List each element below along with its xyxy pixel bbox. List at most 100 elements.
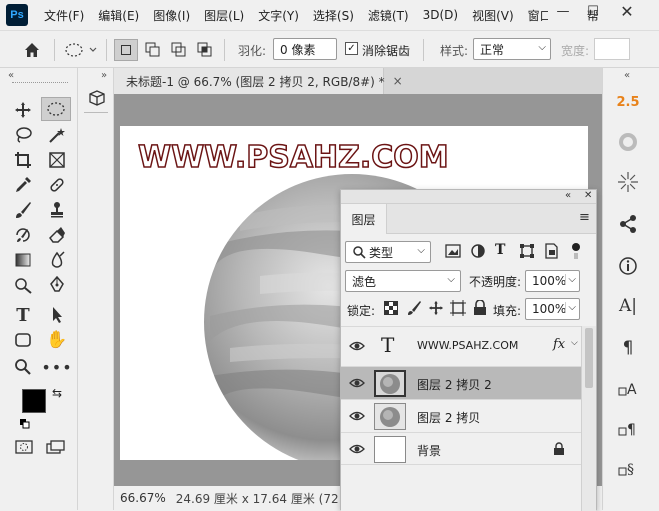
collapse-right-icon[interactable]: « xyxy=(624,70,630,81)
history-brush-tool-icon[interactable] xyxy=(11,224,35,246)
more-tools-icon[interactable]: ••• xyxy=(41,356,71,378)
lasso-tool-icon[interactable] xyxy=(11,124,35,146)
layers-panel-titlebar[interactable]: « ✕ xyxy=(341,190,596,204)
eraser-tool-icon[interactable] xyxy=(45,224,69,246)
zoom-level[interactable]: 66.67% xyxy=(120,491,166,505)
fill-input[interactable]: 100% ⌵ xyxy=(525,298,580,320)
lock-transparent-icon[interactable] xyxy=(384,301,398,315)
frame-tool-icon[interactable] xyxy=(45,149,69,171)
lock-pixels-icon[interactable] xyxy=(406,300,422,316)
menu-edit[interactable]: 编辑(E) xyxy=(98,7,139,24)
brush-settings-icon[interactable] xyxy=(615,170,641,194)
move-tool-icon[interactable] xyxy=(11,99,35,121)
lock-artboard-icon[interactable] xyxy=(450,300,466,316)
filter-shape-icon[interactable] xyxy=(519,243,537,261)
eye-icon[interactable] xyxy=(349,340,365,352)
type-tool-icon[interactable]: T xyxy=(11,304,35,326)
brush-tool-icon[interactable] xyxy=(11,199,35,221)
layers-scrollbar[interactable] xyxy=(581,326,596,511)
eye-icon[interactable] xyxy=(349,377,365,389)
filter-adjustment-icon[interactable] xyxy=(470,243,488,261)
scrollbar-thumb[interactable] xyxy=(585,328,593,388)
layer-row-background[interactable]: 背景 xyxy=(341,432,581,465)
close-window-button[interactable]: ✕ xyxy=(612,0,642,22)
close-tab-icon[interactable]: × xyxy=(393,74,403,88)
lock-position-icon[interactable] xyxy=(428,300,444,316)
menu-filter[interactable]: 滤镜(T) xyxy=(368,7,409,24)
brush-preset-icon[interactable] xyxy=(615,130,641,154)
blur-tool-icon[interactable] xyxy=(45,249,69,271)
new-selection-button[interactable] xyxy=(114,39,138,61)
swap-colors-icon[interactable]: ⇆ xyxy=(52,386,62,400)
filter-pixel-icon[interactable] xyxy=(445,243,463,261)
dodge-tool-icon[interactable] xyxy=(11,274,35,296)
panel-menu-icon[interactable]: ≡ xyxy=(579,210,590,225)
restore-button[interactable]: ☐ xyxy=(578,0,608,22)
filter-toggle-icon[interactable] xyxy=(570,242,582,262)
magic-wand-tool-icon[interactable] xyxy=(45,124,69,146)
paragraph-style-icon[interactable]: ¶ xyxy=(615,416,641,440)
3d-panel-icon[interactable] xyxy=(88,90,106,106)
menu-image[interactable]: 图像(I) xyxy=(153,7,190,24)
home-icon[interactable] xyxy=(22,40,42,60)
filter-kind-select[interactable]: 类型 ⌵ xyxy=(345,241,431,263)
intersect-selection-button[interactable] xyxy=(194,39,216,61)
fx-icon[interactable]: fx xyxy=(553,337,565,352)
menu-layer[interactable]: 图层(L) xyxy=(204,7,244,24)
share-icon[interactable] xyxy=(615,212,641,236)
blend-mode-select[interactable]: 滤色 ⌵ xyxy=(345,270,461,292)
layer-row[interactable]: 图层 2 拷贝 xyxy=(341,399,581,432)
default-colors-icon[interactable] xyxy=(20,418,30,429)
pen-tool-icon[interactable] xyxy=(45,274,69,296)
minimize-button[interactable]: — xyxy=(548,0,578,22)
eye-icon[interactable] xyxy=(349,410,365,422)
glyphs-icon[interactable]: § xyxy=(615,456,641,480)
healing-brush-tool-icon[interactable] xyxy=(45,174,69,196)
close-panel-icon[interactable]: ✕ xyxy=(584,190,592,201)
quick-mask-icon[interactable] xyxy=(15,440,33,454)
menu-file[interactable]: 文件(F) xyxy=(44,7,84,24)
menu-select[interactable]: 选择(S) xyxy=(313,7,354,24)
lock-all-icon[interactable] xyxy=(473,299,487,316)
menu-view[interactable]: 视图(V) xyxy=(472,7,514,24)
character-style-icon[interactable]: A xyxy=(615,376,641,400)
clone-stamp-tool-icon[interactable] xyxy=(45,199,69,221)
collapse-panel-icon[interactable]: « xyxy=(565,190,571,201)
add-to-selection-button[interactable] xyxy=(142,39,164,61)
style-select[interactable]: 正常 ⌵ xyxy=(473,38,551,60)
path-selection-tool-icon[interactable] xyxy=(45,304,69,326)
opacity-input[interactable]: 100% ⌵ xyxy=(525,270,580,292)
hand-tool-icon[interactable]: ✋ xyxy=(45,329,69,351)
layer-row-text[interactable]: T WWW.PSAHZ.COM fx ⌵ xyxy=(341,326,581,364)
width-input[interactable] xyxy=(594,38,630,60)
subtract-selection-button[interactable] xyxy=(168,39,190,61)
menu-3d[interactable]: 3D(D) xyxy=(423,8,458,22)
filter-type-icon[interactable]: T xyxy=(495,242,505,258)
grip-handle[interactable] xyxy=(12,82,68,84)
crop-tool-icon[interactable] xyxy=(11,149,35,171)
screen-mode-icon[interactable] xyxy=(46,440,66,454)
eye-icon[interactable] xyxy=(349,443,365,455)
layer-row-selected[interactable]: 图层 2 拷贝 2 xyxy=(341,366,581,399)
eyedropper-tool-icon[interactable] xyxy=(11,174,35,196)
gradient-tool-icon[interactable] xyxy=(11,249,35,271)
antialias-checkbox[interactable]: ✓ xyxy=(345,42,358,55)
tab-layers[interactable]: 图层 xyxy=(341,204,387,234)
foreground-color-swatch[interactable] xyxy=(22,389,46,413)
chevron-down-icon[interactable]: ⌵ xyxy=(571,338,578,348)
rectangle-tool-icon[interactable] xyxy=(11,329,35,351)
filter-smart-object-icon[interactable] xyxy=(543,243,561,261)
photoshop-logo[interactable]: Ps xyxy=(6,4,28,26)
elliptical-marquee-tool-icon[interactable] xyxy=(41,97,71,121)
brush-size-indicator[interactable]: 2.5 xyxy=(615,90,641,114)
character-icon[interactable]: A| xyxy=(615,294,641,318)
marquee-preset-icon[interactable] xyxy=(64,41,98,59)
expand-icon[interactable]: » xyxy=(101,70,107,81)
collapse-icon[interactable]: « xyxy=(8,70,14,81)
menu-type[interactable]: 文字(Y) xyxy=(258,7,299,24)
document-tab[interactable]: 未标题-1 @ 66.7% (图层 2 拷贝 2, RGB/8#) * × xyxy=(114,68,403,94)
paragraph-icon[interactable]: ¶ xyxy=(615,336,641,360)
info-icon[interactable] xyxy=(615,254,641,278)
feather-input[interactable]: 0 像素 xyxy=(273,38,337,60)
zoom-tool-icon[interactable] xyxy=(11,356,35,378)
